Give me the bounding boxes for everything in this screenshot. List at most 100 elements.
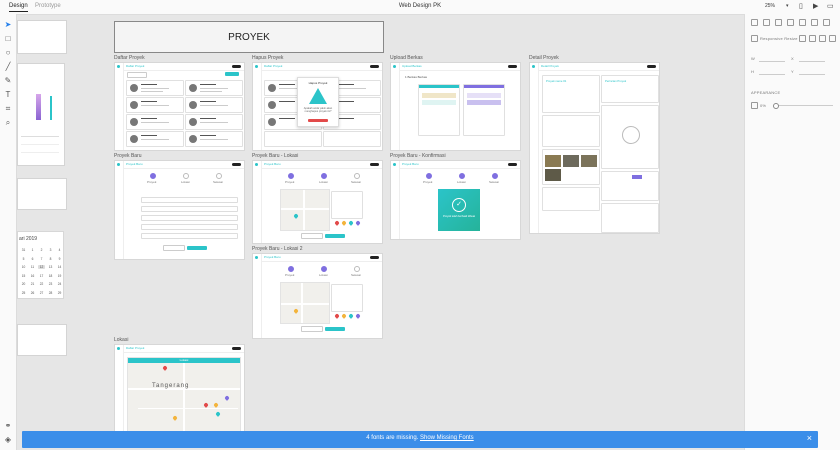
artboard-lokasi[interactable]: Daftar Proyek Lokasi Tangerang	[114, 344, 245, 432]
boolean-icon[interactable]	[819, 35, 826, 42]
project-card[interactable]	[126, 131, 184, 147]
artboard-stub-chart[interactable]	[17, 63, 65, 166]
artboard-proyek-baru-lokasi[interactable]: Proyek Baru Proyek Lokasi Selesai	[252, 160, 383, 244]
form-field[interactable]	[141, 206, 238, 212]
opacity-slider[interactable]	[773, 103, 833, 109]
calendar-day[interactable]: 21	[29, 282, 36, 286]
project-card[interactable]	[185, 97, 243, 113]
align-right-icon[interactable]	[775, 19, 782, 26]
artboard-proyek-baru[interactable]: Proyek Baru Proyek Lokasi Selesai	[114, 160, 245, 260]
confirm-delete-button[interactable]	[308, 119, 328, 122]
add-project-button[interactable]	[225, 72, 239, 76]
project-card[interactable]	[126, 80, 184, 96]
y-field[interactable]	[799, 68, 825, 75]
calendar-day[interactable]: 24	[56, 282, 63, 286]
x-field[interactable]	[799, 55, 825, 62]
next-button[interactable]	[187, 246, 207, 250]
map-pin-icon[interactable]	[293, 213, 299, 219]
artboard-detail-proyek[interactable]: Detail Proyek Proyek name #1 Perincian P…	[529, 62, 660, 234]
calendar-day[interactable]: 13	[47, 265, 54, 269]
toggle[interactable]	[370, 256, 379, 259]
align-left-icon[interactable]	[751, 19, 758, 26]
map-pin-icon[interactable]	[172, 415, 178, 421]
calendar-day[interactable]: 27	[38, 291, 45, 295]
pen-icon[interactable]: ✎	[4, 77, 12, 85]
text-icon[interactable]: T	[4, 91, 12, 99]
artboard-stub-1[interactable]	[17, 20, 67, 54]
calendar-day[interactable]: 18	[47, 274, 54, 278]
project-card[interactable]	[126, 97, 184, 113]
zoom-level[interactable]: 25%	[765, 3, 775, 9]
toggle[interactable]	[232, 65, 241, 68]
map-pin-icon[interactable]	[224, 395, 230, 401]
chevron-down-icon[interactable]: ▾	[786, 3, 789, 10]
ungroup-icon[interactable]	[809, 35, 816, 42]
calendar-day[interactable]: 14	[56, 265, 63, 269]
calendar-day[interactable]: 7	[38, 257, 45, 261]
artboard-upload-berkas[interactable]: Upload Berkas 1 Berkas Berkas	[390, 62, 521, 151]
rectangle-icon[interactable]: □	[4, 35, 12, 43]
project-card[interactable]	[185, 80, 243, 96]
calendar-day[interactable]: 5	[20, 257, 27, 261]
layers-icon[interactable]: ◈	[4, 436, 12, 444]
close-icon[interactable]: ×	[807, 433, 812, 444]
next-button[interactable]	[325, 327, 345, 331]
width-field[interactable]	[759, 55, 785, 62]
calendar-day[interactable]: 26	[29, 291, 36, 295]
calendar-day[interactable]: 17	[38, 274, 45, 278]
toggle[interactable]	[508, 163, 517, 166]
map-pin-icon[interactable]	[348, 313, 354, 319]
calendar-day[interactable]: 16	[29, 274, 36, 278]
artboard-hapus-proyek[interactable]: Daftar Proyek Hapus Proyek Apakah anda y…	[252, 62, 383, 151]
assets-icon[interactable]: ⚭	[4, 422, 12, 430]
map-pin-icon[interactable]	[334, 313, 340, 319]
project-card[interactable]	[323, 131, 381, 147]
calendar-day[interactable]: 12	[38, 265, 45, 269]
zoom-icon[interactable]: ⌕	[4, 119, 12, 127]
map-pin-icon[interactable]	[355, 313, 361, 319]
ellipse-icon[interactable]: ○	[4, 49, 12, 57]
height-field[interactable]	[759, 68, 785, 75]
artboard-proyek-baru-konfirmasi[interactable]: Proyek Baru Proyek Lokasi Selesai ✓ Proy…	[390, 160, 521, 240]
map-pin-icon[interactable]	[162, 365, 168, 371]
calendar-day[interactable]: 11	[29, 265, 36, 269]
calendar-day[interactable]: 19	[56, 274, 63, 278]
calendar-day[interactable]: 31	[20, 248, 27, 252]
project-card[interactable]	[264, 131, 322, 147]
toggle[interactable]	[370, 163, 379, 166]
form-field[interactable]	[141, 224, 238, 230]
show-missing-fonts-link[interactable]: Show Missing Fonts	[420, 435, 474, 441]
back-button[interactable]	[301, 326, 323, 332]
form-field[interactable]	[141, 233, 238, 239]
location-map[interactable]	[280, 282, 330, 324]
play-icon[interactable]: ▶	[813, 3, 818, 10]
calendar-day[interactable]: 23	[47, 282, 54, 286]
upload-column[interactable]	[463, 84, 505, 136]
upload-column[interactable]	[418, 84, 460, 136]
map-pin-icon[interactable]	[334, 220, 340, 226]
opacity-value[interactable]: 0%	[760, 103, 766, 108]
align-bottom-icon[interactable]	[811, 19, 818, 26]
responsive-checkbox[interactable]	[751, 35, 758, 42]
calendar-day[interactable]: 25	[20, 291, 27, 295]
map-pin-icon[interactable]	[341, 313, 347, 319]
calendar-day[interactable]: 20	[20, 282, 27, 286]
artboard-proyek-baru-lokasi-2[interactable]: Proyek Baru Proyek Lokasi Selesai	[252, 253, 383, 339]
back-button[interactable]	[301, 233, 323, 239]
toggle[interactable]	[370, 65, 379, 68]
align-top-icon[interactable]	[787, 19, 794, 26]
map-pin-icon[interactable]	[213, 402, 219, 408]
calendar-day[interactable]: 8	[47, 257, 54, 261]
map-pin-icon[interactable]	[341, 220, 347, 226]
map-pin-icon[interactable]	[203, 402, 209, 408]
map-pin-icon[interactable]	[355, 220, 361, 226]
calendar-day[interactable]: 1	[29, 248, 36, 252]
calendar-day[interactable]: 22	[38, 282, 45, 286]
project-card[interactable]	[185, 114, 243, 130]
project-card[interactable]	[126, 114, 184, 130]
map-pin-icon[interactable]	[348, 220, 354, 226]
calendar-day[interactable]: 4	[56, 248, 63, 252]
location-map[interactable]	[280, 189, 330, 231]
toggle[interactable]	[232, 163, 241, 166]
calendar-day[interactable]: 15	[20, 274, 27, 278]
